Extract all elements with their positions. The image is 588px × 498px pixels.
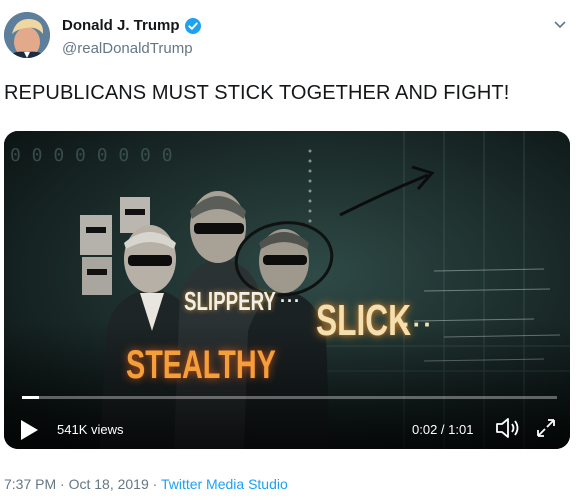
video-frame: 0 0 0 0 0 0 0 0 — [4, 131, 570, 449]
video-player[interactable]: 0 0 0 0 0 0 0 0 — [4, 131, 570, 449]
progress-fill — [22, 396, 40, 399]
overlay-word-slick: SLICK — [316, 296, 412, 345]
progress-bar[interactable] — [22, 396, 557, 399]
chevron-down-icon[interactable] — [553, 20, 567, 30]
tweet-timestamp[interactable]: 7:37 PM · Oct 18, 2019 · — [4, 476, 161, 492]
tweet-meta: 7:37 PM · Oct 18, 2019 · Twitter Media S… — [4, 476, 288, 492]
author-name[interactable]: Donald J. Trump — [62, 17, 180, 34]
author-handle[interactable]: @realDonaldTrump — [62, 40, 193, 57]
avatar-image — [4, 12, 50, 58]
overlay-dots-slick: ··· — [402, 309, 434, 339]
avatar[interactable] — [4, 12, 50, 58]
tweet-source-link[interactable]: Twitter Media Studio — [161, 476, 288, 492]
expand-icon[interactable] — [535, 417, 557, 439]
video-time: 0:02 / 1:01 — [412, 422, 474, 437]
tweet-text: REPUBLICANS MUST STICK TOGETHER AND FIGH… — [4, 82, 510, 104]
volume-icon[interactable] — [494, 415, 522, 441]
overlay-dots-slippery: ··· — [280, 291, 301, 311]
verified-badge-icon — [185, 18, 201, 34]
play-icon[interactable] — [19, 419, 39, 441]
view-count: 541K views — [57, 422, 124, 437]
overlay-word-stealthy: STEALTHY — [126, 343, 276, 387]
overlay-word-slippery: SLIPPERY — [184, 286, 276, 316]
